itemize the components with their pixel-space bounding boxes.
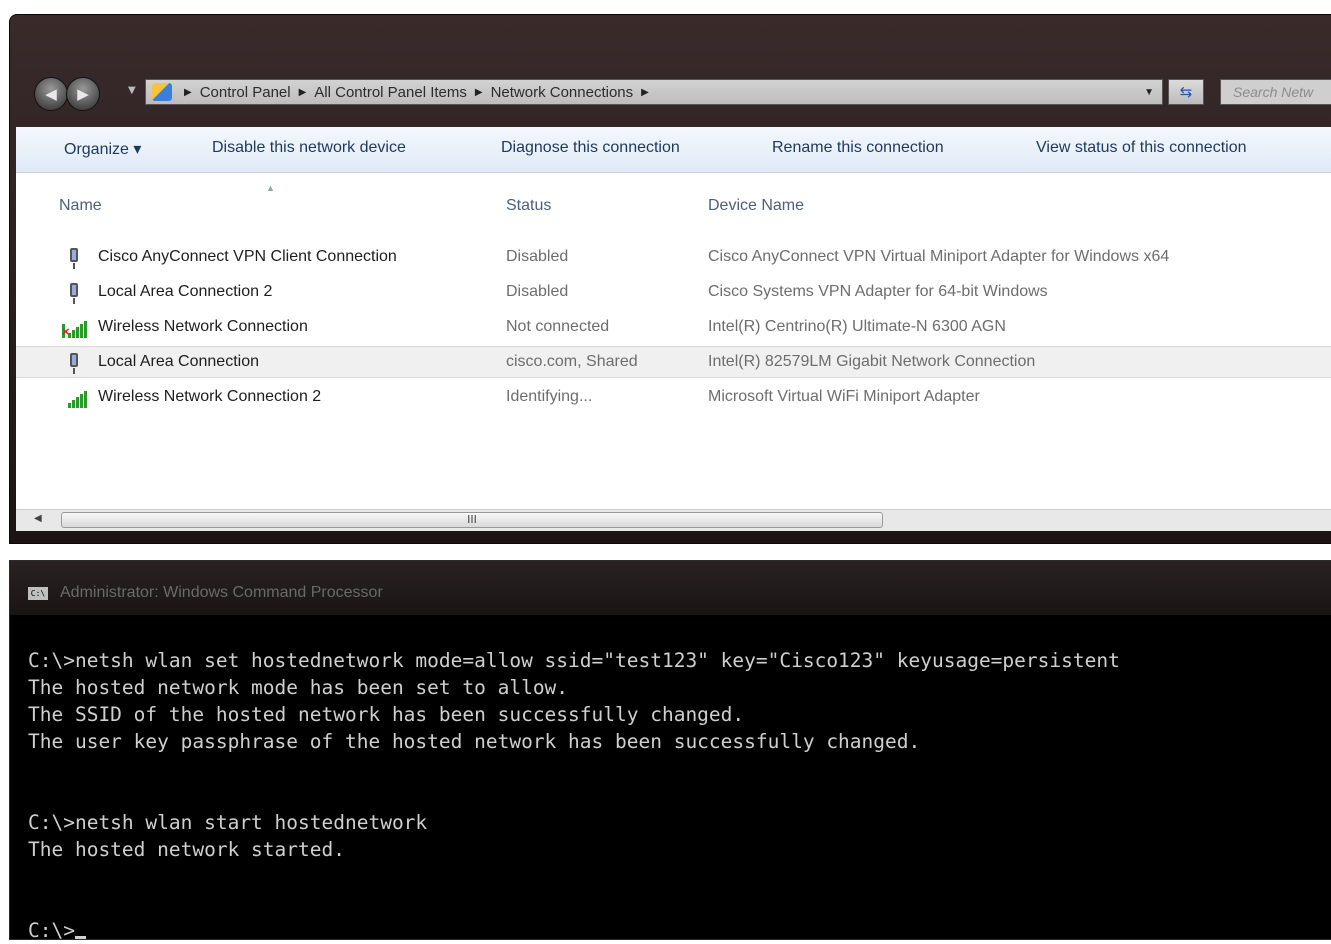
wired-adapter-icon	[62, 248, 88, 269]
breadcrumb-arrow-icon[interactable]: ▶	[184, 87, 192, 98]
scrollbar-thumb[interactable]: III	[61, 512, 883, 528]
breadcrumb-arrow-icon[interactable]: ▶	[299, 87, 307, 98]
breadcrumb-arrow-icon[interactable]: ▶	[641, 87, 649, 98]
list-item[interactable]: Wireless Network Connection 2 Identifyin…	[16, 382, 1331, 414]
command-toolbar: Organize ▾ Disable this network device D…	[16, 127, 1331, 173]
command-prompt-window: C:\ Administrator: Windows Command Proce…	[9, 560, 1331, 942]
list-item[interactable]: × Wireless Network Connection Not connec…	[16, 312, 1331, 344]
navigation-bar: ◀ ▶ ▼ ▶ Control Panel ▶ All Control Pane…	[10, 75, 1331, 115]
connection-status: Not connected	[506, 318, 610, 335]
address-bar[interactable]: ▶ Control Panel ▶ All Control Panel Item…	[145, 79, 1163, 105]
back-button[interactable]: ◀	[34, 77, 68, 111]
connection-status: Disabled	[506, 248, 569, 265]
control-panel-icon	[152, 83, 172, 101]
breadcrumb-arrow-icon[interactable]: ▶	[475, 87, 483, 98]
breadcrumb-control-panel[interactable]: Control Panel	[200, 84, 291, 101]
connection-status: Identifying...	[506, 388, 593, 405]
scrollbar-grip: III	[467, 513, 477, 526]
recent-pages-dropdown-icon[interactable]: ▼	[128, 85, 136, 96]
column-header-device[interactable]: Device Name	[708, 197, 804, 215]
device-name: Cisco Systems VPN Adapter for 64-bit Win…	[708, 283, 1048, 300]
organize-menu-button[interactable]: Organize ▾	[64, 139, 141, 159]
column-header-name[interactable]: Name	[59, 197, 102, 215]
connection-name: Local Area Connection	[98, 353, 259, 370]
wired-adapter-icon	[62, 353, 88, 374]
console-prompt: C:\>	[28, 919, 75, 942]
diagnose-connection-button[interactable]: Diagnose this connection	[501, 139, 680, 157]
list-item[interactable]: Local Area Connection 2 Disabled Cisco S…	[16, 277, 1331, 309]
connections-list: ▲ Name Status Device Name Cisco AnyConne…	[16, 173, 1331, 509]
connection-status: Disabled	[506, 283, 569, 300]
breadcrumb-all-items[interactable]: All Control Panel Items	[314, 84, 467, 101]
cmd-titlebar[interactable]: C:\ Administrator: Windows Command Proce…	[10, 561, 1331, 615]
device-name: Microsoft Virtual WiFi Miniport Adapter	[708, 388, 980, 405]
breadcrumb-network-connections[interactable]: Network Connections	[491, 84, 634, 101]
console-line: The user key passphrase of the hosted ne…	[28, 730, 921, 753]
device-name: Cisco AnyConnect VPN Virtual Miniport Ad…	[708, 248, 1170, 265]
console-line: C:\>netsh wlan set hostednetwork mode=al…	[28, 649, 1120, 672]
wired-adapter-icon	[62, 283, 88, 304]
wireless-disconnected-icon: ×	[62, 318, 88, 339]
list-item[interactable]: Cisco AnyConnect VPN Client Connection D…	[16, 242, 1331, 274]
console-output[interactable]: C:\>netsh wlan set hostednetwork mode=al…	[28, 647, 1120, 944]
sort-ascending-icon: ▲	[266, 183, 275, 193]
disable-device-button[interactable]: Disable this network device	[212, 139, 406, 157]
text-cursor	[74, 936, 86, 939]
scroll-left-icon[interactable]: ◀	[34, 513, 42, 524]
forward-button[interactable]: ▶	[66, 77, 100, 111]
network-connections-window: ◀ ▶ ▼ ▶ Control Panel ▶ All Control Pane…	[9, 14, 1331, 544]
connection-name: Wireless Network Connection 2	[98, 388, 322, 405]
console-line: The SSID of the hosted network has been …	[28, 703, 745, 726]
list-item-selected[interactable]: Local Area Connection cisco.com, Shared …	[16, 346, 1331, 378]
refresh-button[interactable]: ⇆	[1168, 79, 1204, 105]
wireless-signal-icon	[62, 388, 88, 408]
console-line: C:\>netsh wlan start hostednetwork	[28, 811, 428, 834]
connection-name: Cisco AnyConnect VPN Client Connection	[98, 248, 397, 265]
column-header-status[interactable]: Status	[506, 197, 551, 215]
console-line: The hosted network mode has been set to …	[28, 676, 569, 699]
connection-name: Local Area Connection 2	[98, 283, 273, 300]
horizontal-scrollbar[interactable]: ◀ III	[16, 509, 1331, 531]
connection-status: cisco.com, Shared	[506, 353, 638, 370]
console-line: The hosted network started.	[28, 838, 345, 861]
cmd-window-title: Administrator: Windows Command Processor	[60, 584, 383, 601]
search-input[interactable]: Search Netw	[1220, 79, 1331, 105]
device-name: Intel(R) 82579LM Gigabit Network Connect…	[708, 353, 1036, 370]
connection-name: Wireless Network Connection	[98, 318, 308, 335]
address-history-dropdown-icon[interactable]: ▼	[1144, 87, 1154, 98]
rename-connection-button[interactable]: Rename this connection	[772, 139, 944, 157]
cmd-app-icon: C:\	[28, 587, 48, 600]
view-status-button[interactable]: View status of this connection	[1036, 139, 1247, 157]
device-name: Intel(R) Centrino(R) Ultimate-N 6300 AGN	[708, 318, 1006, 335]
